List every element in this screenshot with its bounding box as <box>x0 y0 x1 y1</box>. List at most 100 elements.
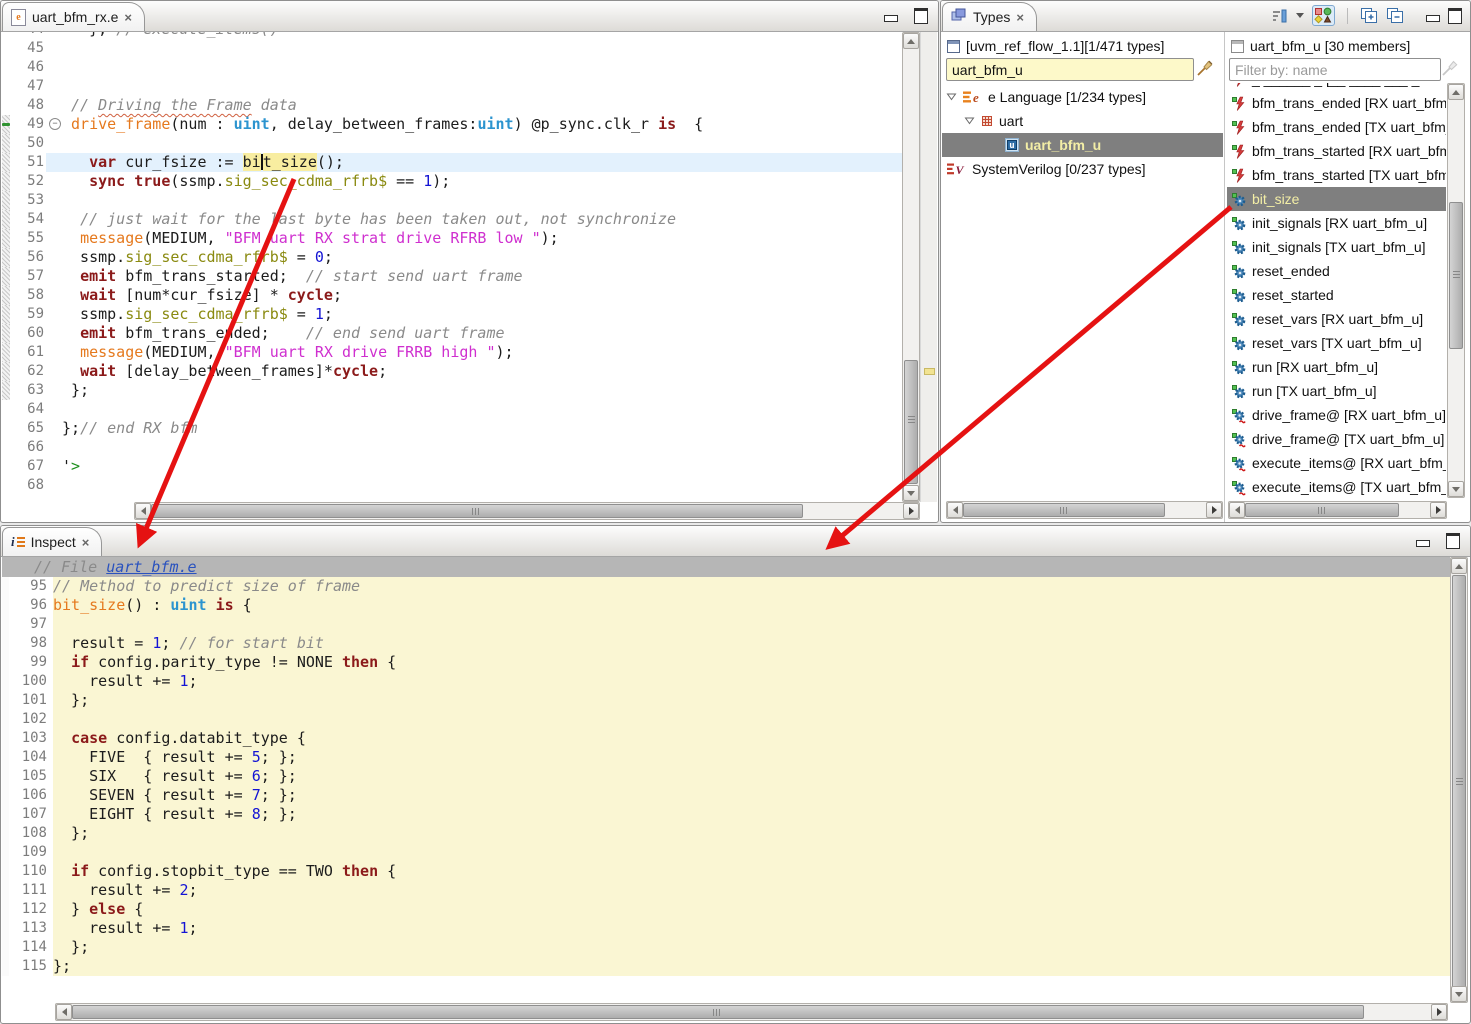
member-label: bfm_trans_ended [TX uart_bfm_u] <box>1252 119 1446 135</box>
scroll-thumb[interactable] <box>1449 202 1463 349</box>
types-tab-close-icon[interactable]: × <box>1016 11 1024 24</box>
sort-menu-chevron-icon[interactable] <box>1296 13 1304 18</box>
scroll-thumb[interactable] <box>1245 503 1399 517</box>
member-row[interactable]: execute_items@ [TX uart_bfm_u] <box>1227 475 1446 498</box>
annotation-ruler <box>2 577 9 596</box>
members-list[interactable]: _ ______ _ [__ ____ ___ _bfm_trans_ended… <box>1227 83 1446 498</box>
maximize-icon[interactable] <box>1446 533 1460 549</box>
member-row[interactable]: init_signals [TX uart_bfm_u] <box>1227 235 1446 259</box>
method-icon <box>1232 239 1247 256</box>
line-number: 66 <box>10 438 46 457</box>
fold-ruler <box>46 77 62 96</box>
member-row[interactable]: drive_frame@ [RX uart_bfm_u] <box>1227 403 1446 427</box>
tree-horizontal-scrollbar[interactable] <box>946 501 1223 519</box>
editor-horizontal-scrollbar[interactable] <box>134 502 920 520</box>
fold-ruler <box>46 438 62 457</box>
inspect-horizontal-scrollbar[interactable] <box>55 1003 1448 1021</box>
scroll-up-button[interactable] <box>1448 84 1464 100</box>
minimize-icon[interactable] <box>1416 540 1430 547</box>
pane-divider[interactable] <box>1224 32 1225 522</box>
editor-vertical-scrollbar[interactable] <box>902 32 920 502</box>
scroll-thumb[interactable] <box>1452 575 1466 989</box>
annotation-ruler <box>2 824 9 843</box>
scroll-right-button[interactable] <box>1430 502 1446 518</box>
member-row[interactable]: reset_vars [TX uart_bfm_u] <box>1227 331 1446 355</box>
scroll-down-button[interactable] <box>903 485 919 501</box>
member-row[interactable]: bfm_trans_ended [TX uart_bfm_u] <box>1227 115 1446 139</box>
member-row[interactable]: run [RX uart_bfm_u] <box>1227 355 1446 379</box>
editor-tab[interactable]: e uart_bfm_rx.e × <box>2 2 145 31</box>
tree-item-systemverilog[interactable]: VSystemVerilog [0/237 types] <box>942 157 1223 181</box>
member-row[interactable]: bfm_trans_started [TX uart_bfm_u] <box>1227 163 1446 187</box>
code-line: 113 result += 1; <box>2 919 1450 938</box>
expand-all-icon[interactable] <box>1360 7 1378 24</box>
tree-item-uart_bfm_u[interactable]: uuart_bfm_u <box>942 133 1223 157</box>
scroll-down-button[interactable] <box>1448 481 1464 497</box>
types-tree[interactable]: ee Language [1/234 types]uartuuart_bfm_u… <box>942 85 1223 498</box>
code-line: 45 <box>2 39 903 58</box>
member-row[interactable]: run [TX uart_bfm_u] <box>1227 379 1446 403</box>
method-icon <box>1232 383 1247 400</box>
scroll-left-button[interactable] <box>947 502 963 518</box>
scroll-left-button[interactable] <box>56 1004 72 1020</box>
scroll-down-button[interactable] <box>1451 986 1467 1002</box>
occurrence-marker[interactable] <box>924 368 935 375</box>
line-number: 63 <box>10 381 46 400</box>
scroll-up-button[interactable] <box>1451 558 1467 574</box>
type-search-input[interactable] <box>946 58 1194 81</box>
types-tab[interactable]: Types × <box>942 2 1037 31</box>
member-row[interactable]: init_signals [RX uart_bfm_u] <box>1227 211 1446 235</box>
minimize-icon[interactable] <box>1426 15 1440 22</box>
members-vertical-scrollbar[interactable] <box>1447 83 1465 498</box>
editor-tab-close-icon[interactable]: × <box>124 11 132 24</box>
scroll-thumb[interactable] <box>904 360 918 484</box>
inspect-tab[interactable]: i Inspect × <box>2 527 102 556</box>
chevron-expanded-icon[interactable] <box>946 89 957 105</box>
minimize-icon[interactable] <box>884 15 898 22</box>
scroll-thumb[interactable] <box>72 1005 1364 1019</box>
member-row[interactable]: reset_started <box>1227 283 1446 307</box>
member-row[interactable]: execute_items@ [RX uart_bfm_u] <box>1227 451 1446 475</box>
member-row-partial[interactable]: _ ______ _ [__ ____ ___ _ <box>1227 83 1446 91</box>
scroll-left-button[interactable] <box>135 503 151 519</box>
member-row[interactable]: reset_vars [RX uart_bfm_u] <box>1227 307 1446 331</box>
scroll-right-button[interactable] <box>903 503 919 519</box>
line-number: 104 <box>9 748 53 767</box>
collapse-all-icon[interactable] <box>1386 7 1404 24</box>
inspect-vertical-scrollbar[interactable] <box>1450 557 1468 1003</box>
member-row[interactable]: drive_frame@ [TX uart_bfm_u] <box>1227 427 1446 451</box>
fold-ruler <box>46 229 62 248</box>
chevron-expanded-icon[interactable] <box>964 113 975 129</box>
scroll-right-button[interactable] <box>1431 1004 1447 1020</box>
tree-item-e[interactable]: ee Language [1/234 types] <box>942 85 1223 109</box>
tcm-icon <box>1232 455 1247 472</box>
scroll-thumb[interactable] <box>963 503 1165 517</box>
members-horizontal-scrollbar[interactable] <box>1228 501 1447 519</box>
collapse-fold-icon[interactable]: − <box>49 118 61 130</box>
editor-code-area[interactable]: 44 }; // execute_items()45464748 // Driv… <box>2 32 903 502</box>
inspect-code-area[interactable]: 95// Method to predict size of frame96bi… <box>2 577 1450 1003</box>
sort-icon[interactable] <box>1271 8 1288 24</box>
maximize-icon[interactable] <box>914 8 928 24</box>
scroll-right-button[interactable] <box>1206 502 1222 518</box>
member-filter-input[interactable] <box>1229 58 1441 81</box>
scroll-thumb[interactable] <box>151 504 803 518</box>
code-text: }; <box>53 824 1450 843</box>
clear-filter-broom-icon[interactable] <box>1441 59 1459 77</box>
member-row[interactable]: bfm_trans_ended [RX uart_bfm_u] <box>1227 91 1446 115</box>
file-link[interactable]: uart_bfm.e <box>106 558 196 576</box>
scroll-left-button[interactable] <box>1229 502 1245 518</box>
member-row[interactable]: bfm_trans_started [RX uart_bfm_u] <box>1227 139 1446 163</box>
member-row[interactable]: bit_size <box>1227 187 1446 211</box>
code-text: bit_size() : uint is { <box>53 596 1450 615</box>
maximize-icon[interactable] <box>1448 8 1462 24</box>
code-text: if config.stopbit_type == TWO then { <box>53 862 1450 881</box>
inspect-tab-close-icon[interactable]: × <box>82 536 90 549</box>
clear-search-broom-icon[interactable] <box>1196 59 1214 77</box>
tree-item-uart[interactable]: uart <box>942 109 1223 133</box>
filter-kinds-icon[interactable] <box>1312 5 1335 26</box>
annotation-ruler <box>2 862 9 881</box>
member-row[interactable]: reset_ended <box>1227 259 1446 283</box>
scroll-up-button[interactable] <box>903 33 919 49</box>
fold-ruler <box>46 343 62 362</box>
